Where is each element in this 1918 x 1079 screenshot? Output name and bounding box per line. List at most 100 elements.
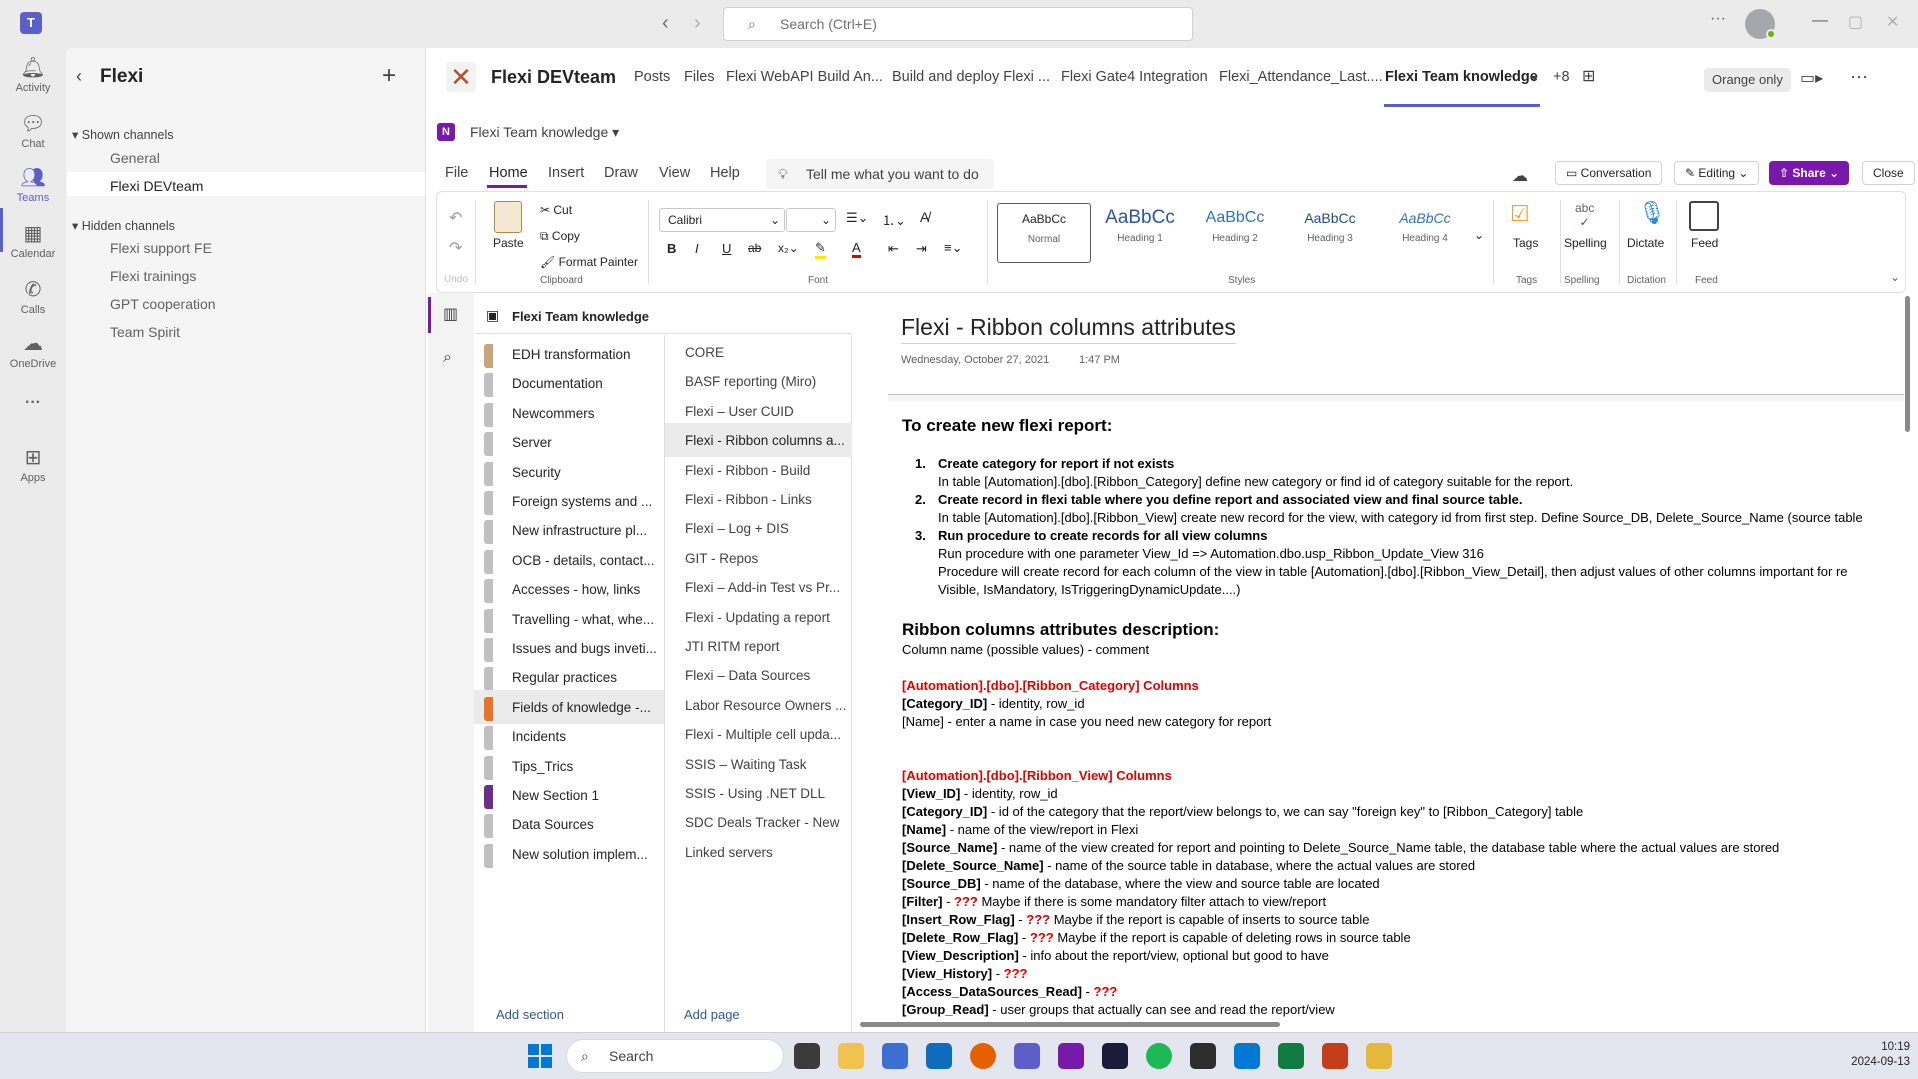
- shown-channels-header[interactable]: ▾ Shown channels: [72, 127, 173, 142]
- outdent-icon[interactable]: ⇤: [888, 241, 899, 257]
- tab-attendance[interactable]: Flexi_Attendance_Last....: [1219, 69, 1383, 85]
- ribbon-collapse-icon[interactable]: ⌄: [1890, 270, 1900, 284]
- channel-item[interactable]: Team Spirit: [110, 324, 180, 340]
- menu-help[interactable]: Help: [710, 165, 740, 181]
- font-size-select[interactable]: ⌄: [786, 208, 836, 232]
- add-channel-icon[interactable]: +: [382, 62, 396, 90]
- share-button[interactable]: ⇧ Share ⌄: [1769, 161, 1850, 185]
- terminal-icon[interactable]: [1190, 1043, 1216, 1069]
- feed-button[interactable]: Feed: [1691, 236, 1718, 250]
- italic-icon[interactable]: I: [695, 241, 699, 256]
- teams-taskbar-icon[interactable]: [1014, 1043, 1040, 1069]
- spotify-icon[interactable]: [1146, 1043, 1172, 1069]
- search-icon[interactable]: ⌕: [443, 349, 452, 367]
- file-explorer-icon[interactable]: [838, 1043, 864, 1069]
- add-tab-icon[interactable]: ⊞: [1582, 66, 1595, 86]
- menu-draw[interactable]: Draw: [604, 165, 638, 181]
- tab-posts[interactable]: Posts: [634, 69, 670, 85]
- channel-item[interactable]: Flexi trainings: [110, 268, 196, 284]
- rail-more[interactable]: ···: [0, 394, 66, 412]
- tab-files[interactable]: Files: [684, 69, 715, 85]
- whiteboard-icon[interactable]: [1102, 1043, 1128, 1069]
- cut-button[interactable]: ✂ Cut: [540, 203, 572, 217]
- close-window-icon[interactable]: ✕: [1886, 12, 1899, 32]
- system-clock[interactable]: 10:19 2024-09-13: [1820, 1040, 1910, 1070]
- rail-calls[interactable]: ✆ Calls: [0, 278, 66, 316]
- add-page-button[interactable]: Add page: [684, 1007, 740, 1022]
- indent-icon[interactable]: ⇥: [916, 241, 927, 257]
- rail-calendar[interactable]: ▦ Calendar: [0, 222, 66, 260]
- numbering-icon[interactable]: ⒈⌄: [882, 210, 906, 229]
- powerpoint-icon[interactable]: [1322, 1043, 1348, 1069]
- style-heading-1[interactable]: AaBbCc Heading 1: [1093, 203, 1187, 263]
- taskbar-search[interactable]: ⌕ Search: [566, 1039, 784, 1073]
- minimize-icon[interactable]: —: [1812, 12, 1828, 30]
- onenote-taskbar-icon[interactable]: [1058, 1043, 1084, 1069]
- add-section-button[interactable]: Add section: [496, 1007, 564, 1022]
- subscript-icon[interactable]: x₂⌄: [778, 241, 799, 255]
- dictate-button[interactable]: Dictate: [1627, 236, 1664, 250]
- font-name-select[interactable]: Calibri ⌄: [659, 208, 785, 232]
- rail-onedrive[interactable]: ☁ OneDrive: [0, 332, 66, 370]
- style-heading-2[interactable]: AaBbCc Heading 2: [1188, 203, 1282, 263]
- maximize-icon[interactable]: ▢: [1848, 12, 1863, 32]
- tag-star-icon[interactable]: ☑: [1510, 201, 1530, 227]
- firefox-icon[interactable]: [970, 1043, 996, 1069]
- feed-icon[interactable]: [1689, 201, 1719, 231]
- rail-apps[interactable]: ⊞ Apps: [0, 446, 66, 484]
- vscode-icon[interactable]: [1234, 1043, 1260, 1069]
- font-color-icon[interactable]: A: [852, 240, 861, 258]
- channel-item-general[interactable]: General: [110, 150, 160, 166]
- format-painter-button[interactable]: 🖌︎ Format Painter: [540, 255, 638, 269]
- highlighter-icon[interactable]: ✎: [815, 240, 826, 259]
- search-input[interactable]: ⌕ Search (Ctrl+E): [723, 7, 1193, 41]
- more-options-icon[interactable]: ···: [1710, 10, 1726, 28]
- styles-expand-icon[interactable]: ⌄: [1474, 228, 1484, 242]
- style-heading-3[interactable]: AaBbCc Heading 3: [1283, 203, 1377, 263]
- redo-icon[interactable]: ↷: [449, 238, 462, 258]
- vertical-scrollbar[interactable]: [1905, 296, 1910, 432]
- rail-activity[interactable]: 🔔︎ Activity: [0, 56, 66, 94]
- menu-insert[interactable]: Insert: [548, 165, 584, 181]
- menu-view[interactable]: View: [659, 165, 690, 181]
- undo-icon[interactable]: ↶: [449, 208, 462, 228]
- tab-gate4[interactable]: Flexi Gate4 Integration: [1061, 69, 1208, 85]
- page-title[interactable]: Flexi - Ribbon columns attributes: [901, 314, 1236, 344]
- menu-home[interactable]: Home: [489, 165, 528, 181]
- hidden-channels-header[interactable]: ▾ Hidden channels: [72, 218, 175, 233]
- rail-teams[interactable]: 👥︎ Teams: [0, 166, 66, 204]
- notebook-header[interactable]: ▣ Flexi Team knowledge: [474, 298, 852, 334]
- channel-item[interactable]: GPT cooperation: [110, 296, 216, 312]
- clear-format-icon[interactable]: A̸: [920, 209, 929, 225]
- channel-item-flexi-devteam[interactable]: Flexi DEVteam: [110, 178, 203, 194]
- align-icon[interactable]: ≡⌄: [944, 240, 962, 256]
- video-call-icon[interactable]: ▭▸: [1800, 68, 1823, 88]
- bold-icon[interactable]: B: [667, 241, 676, 256]
- tab-build-deploy[interactable]: Build and deploy Flexi ...: [892, 69, 1050, 85]
- tab-more[interactable]: +8: [1553, 69, 1570, 85]
- rail-chat[interactable]: 💬︎ Chat: [0, 112, 66, 150]
- notebook-title-dropdown[interactable]: Flexi Team knowledge ▾: [470, 124, 619, 141]
- horizontal-scrollbar[interactable]: [860, 1022, 1280, 1027]
- conversation-button[interactable]: ▭ Conversation: [1555, 161, 1663, 185]
- back-chevron-icon[interactable]: ‹: [76, 66, 82, 87]
- section-item[interactable]: New solution implem...: [474, 837, 664, 871]
- paste-button[interactable]: Paste: [493, 236, 524, 250]
- style-heading-4[interactable]: AaBbCc Heading 4: [1378, 203, 1472, 263]
- tab-team-knowledge[interactable]: Flexi Team knowledge: [1385, 69, 1538, 85]
- task-view-icon[interactable]: [794, 1043, 820, 1069]
- chevron-down-icon[interactable]: ▾: [1532, 72, 1538, 85]
- sync-status-icon[interactable]: ☁: [1512, 166, 1528, 186]
- tab-webapi[interactable]: Flexi WebAPI Build An...: [726, 69, 883, 85]
- more-actions-icon[interactable]: ···: [1850, 66, 1868, 87]
- note-container-handle[interactable]: [888, 394, 1904, 402]
- spelling-icon[interactable]: abc ✓: [1575, 201, 1594, 229]
- bullets-icon[interactable]: ☰⌄: [846, 210, 869, 226]
- tags-button[interactable]: Tags: [1513, 236, 1538, 250]
- sensitivity-badge[interactable]: Orange only: [1704, 68, 1791, 92]
- notebooks-icon[interactable]: ▥: [443, 304, 458, 324]
- close-button[interactable]: Close: [1862, 161, 1915, 185]
- back-arrow-icon[interactable]: ‹: [662, 12, 669, 35]
- channel-item[interactable]: Flexi support FE: [110, 240, 212, 256]
- menu-file[interactable]: File: [445, 165, 468, 181]
